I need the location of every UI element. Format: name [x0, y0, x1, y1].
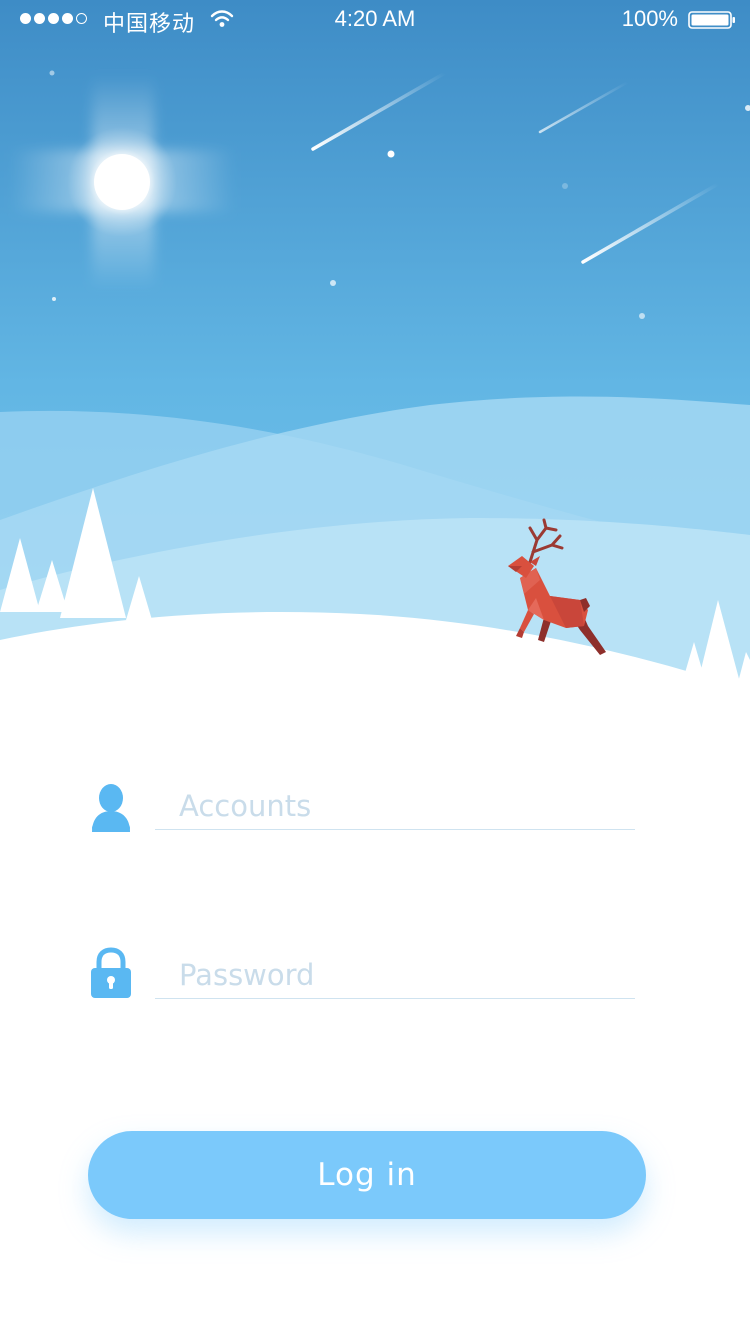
password-field — [88, 945, 636, 1005]
login-button[interactable]: Log in — [88, 1131, 646, 1219]
password-input[interactable] — [155, 951, 635, 999]
user-icon — [92, 784, 130, 832]
battery-icon — [688, 11, 735, 29]
status-bar: 中国移动 4:20 AM 100% — [0, 0, 750, 40]
winter-scene-illustration — [0, 0, 750, 700]
battery-percentage: 100% — [621, 6, 678, 31]
login-screen: 中国移动 4:20 AM 100% Log — [0, 0, 750, 1334]
lock-icon — [91, 947, 131, 998]
account-field — [88, 776, 636, 836]
account-input[interactable] — [155, 782, 635, 830]
